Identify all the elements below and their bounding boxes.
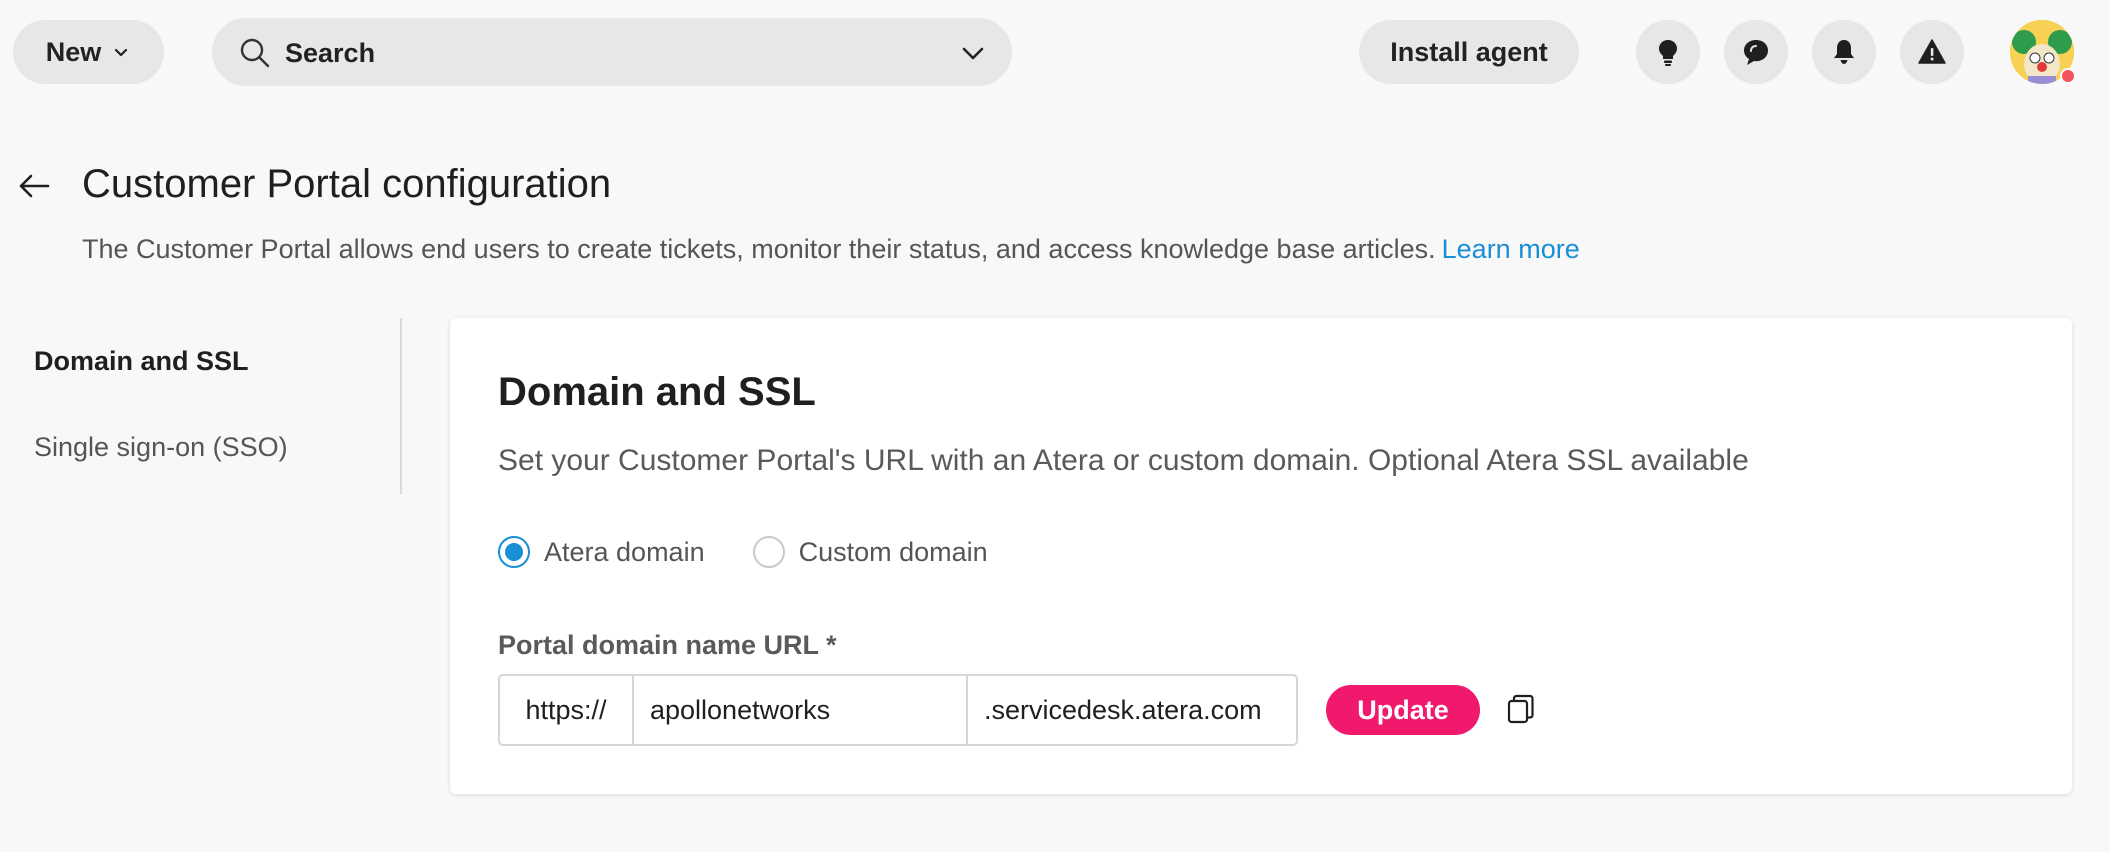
learn-more-link[interactable]: Learn more <box>1442 234 1580 264</box>
domain-ssl-card: Domain and SSL Set your Customer Portal'… <box>450 318 2072 794</box>
search-placeholder: Search <box>285 38 376 68</box>
search-bar[interactable]: Search <box>212 18 1012 86</box>
chevron-down-icon <box>115 48 128 57</box>
search-icon <box>240 38 270 68</box>
radio-unselected-indicator <box>752 536 785 568</box>
status-dot <box>2060 68 2076 84</box>
chat-icon <box>1744 40 1768 65</box>
radio-label: Custom domain <box>798 536 988 567</box>
copy-icon[interactable] <box>1504 692 1538 726</box>
chat-button[interactable] <box>1724 20 1788 84</box>
warning-icon <box>1918 39 1946 64</box>
chevron-down-icon[interactable] <box>960 40 986 66</box>
top-bar: New Search Install agent <box>0 0 2110 100</box>
new-button-label: New <box>45 36 102 67</box>
new-button[interactable]: New <box>13 20 164 84</box>
radio-selected-indicator <box>498 536 530 568</box>
page-title: Customer Portal configuration <box>82 162 612 206</box>
domain-type-radio-group: Atera domain Custom domain <box>498 536 1036 568</box>
sidenav-item-domain-ssl[interactable]: Domain and SSL <box>34 346 249 377</box>
update-button[interactable]: Update <box>1326 685 1480 735</box>
user-avatar[interactable] <box>2010 20 2076 84</box>
install-agent-button[interactable]: Install agent <box>1359 20 1579 84</box>
radio-custom-domain[interactable]: Custom domain <box>752 536 988 568</box>
back-arrow-icon[interactable] <box>16 168 52 204</box>
bell-icon <box>1834 40 1854 64</box>
url-prefix: https:// <box>500 676 634 744</box>
tips-button[interactable] <box>1636 20 1700 84</box>
card-description: Set your Customer Portal's URL with an A… <box>498 444 1749 477</box>
page-description-text: The Customer Portal allows end users to … <box>82 234 1436 264</box>
alerts-button[interactable] <box>1900 20 1964 84</box>
lightbulb-icon <box>1659 40 1677 66</box>
radio-label: Atera domain <box>544 536 705 567</box>
settings-sidenav: Domain and SSL Single sign-on (SSO) <box>0 318 402 494</box>
page-description: The Customer Portal allows end users to … <box>82 234 1580 265</box>
url-suffix: .servicedesk.atera.com <box>984 694 1262 725</box>
sidenav-item-sso[interactable]: Single sign-on (SSO) <box>34 432 288 463</box>
radio-atera-domain[interactable]: Atera domain <box>498 536 705 568</box>
portal-domain-label: Portal domain name URL * <box>498 630 837 660</box>
portal-subdomain-input[interactable] <box>634 676 968 744</box>
portal-url-field: https:// .servicedesk.atera.com <box>498 674 1298 746</box>
card-title: Domain and SSL <box>498 370 816 414</box>
notifications-button[interactable] <box>1812 20 1876 84</box>
